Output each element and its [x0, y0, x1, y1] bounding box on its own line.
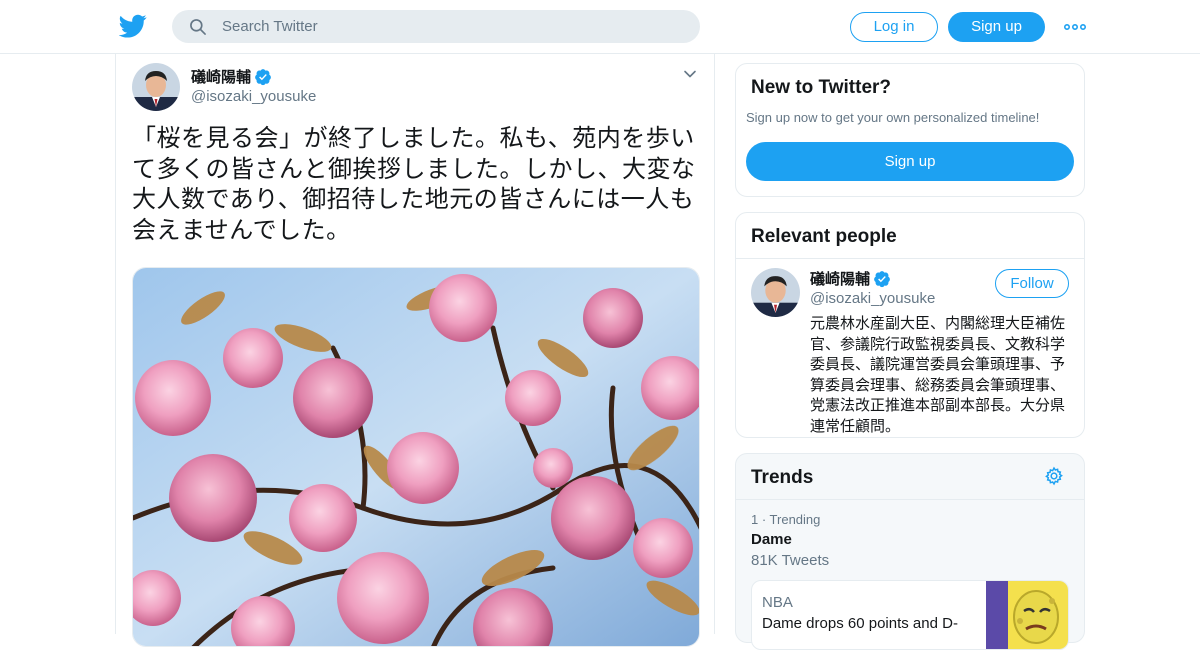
more-dots-icon[interactable] — [1063, 18, 1087, 36]
person-handle[interactable]: @isozaki_yousuke — [810, 290, 935, 307]
login-button[interactable]: Log in — [850, 12, 938, 42]
verified-badge-icon — [255, 69, 271, 86]
new-to-twitter-title: New to Twitter? — [751, 77, 892, 98]
author-name-text[interactable]: 礒崎陽輔 — [191, 69, 251, 86]
chevron-down-icon[interactable] — [682, 66, 698, 82]
trend-news-card[interactable]: NBA Dame drops 60 points and D- — [751, 580, 1069, 650]
search-box[interactable] — [172, 10, 700, 43]
divider — [736, 499, 1084, 500]
author-name[interactable]: 礒崎陽輔 — [191, 66, 272, 87]
search-input[interactable] — [222, 10, 682, 43]
verified-badge-icon — [874, 271, 890, 288]
trends-card: Trends 1 · Trending Dame 81K Tweets NBA … — [735, 453, 1085, 650]
new-to-twitter-subtitle: Sign up now to get your own personalized… — [746, 110, 1040, 125]
trend-rank: 1 · Trending — [751, 512, 821, 527]
gear-icon[interactable] — [1044, 466, 1064, 486]
cherry-blossom-image — [133, 268, 699, 646]
tweet-detail: 礒崎陽輔 @isozaki_yousuke 「桜を見る会」が終了しました。私も、… — [115, 54, 715, 647]
person-avatar[interactable] — [751, 268, 800, 317]
trends-title: Trends — [751, 467, 814, 488]
person-bio: 元農林水産副大臣、内閣総理大臣補佐官、参議院行政監視委員長、文教科学委員長、議院… — [810, 314, 1066, 435]
new-to-twitter-card: New to Twitter? Sign up now to get your … — [735, 63, 1085, 197]
author-handle[interactable]: @isozaki_yousuke — [191, 88, 316, 105]
trend-tweet-count: 81K Tweets — [751, 552, 830, 569]
twitter-bird-icon[interactable] — [119, 12, 147, 40]
trend-name[interactable]: Dame — [751, 531, 792, 548]
tweet-photo[interactable] — [132, 267, 700, 647]
search-icon — [190, 19, 206, 35]
signup-header-button[interactable]: Sign up — [948, 12, 1045, 42]
tweet-text: 「桜を見る会」が終了しました。私も、苑内を歩いて多くの皆さんと御挨拶しました。し… — [132, 124, 696, 244]
person-name[interactable]: 礒崎陽輔 — [810, 268, 891, 289]
author-avatar[interactable] — [132, 63, 180, 111]
relevant-people-card: Relevant people 礒崎陽輔 @isozaki_yousuke Fo… — [735, 212, 1085, 438]
follow-button[interactable]: Follow — [995, 269, 1069, 298]
news-headline[interactable]: Dame drops 60 points and D- — [762, 615, 958, 632]
news-thumbnail — [986, 581, 1068, 649]
relevant-people-title: Relevant people — [751, 226, 897, 247]
news-source: NBA — [762, 594, 793, 611]
divider — [736, 258, 1084, 259]
top-navigation-bar: Log in Sign up — [0, 0, 1200, 54]
person-name-text[interactable]: 礒崎陽輔 — [810, 271, 870, 288]
signup-button[interactable]: Sign up — [746, 142, 1074, 181]
